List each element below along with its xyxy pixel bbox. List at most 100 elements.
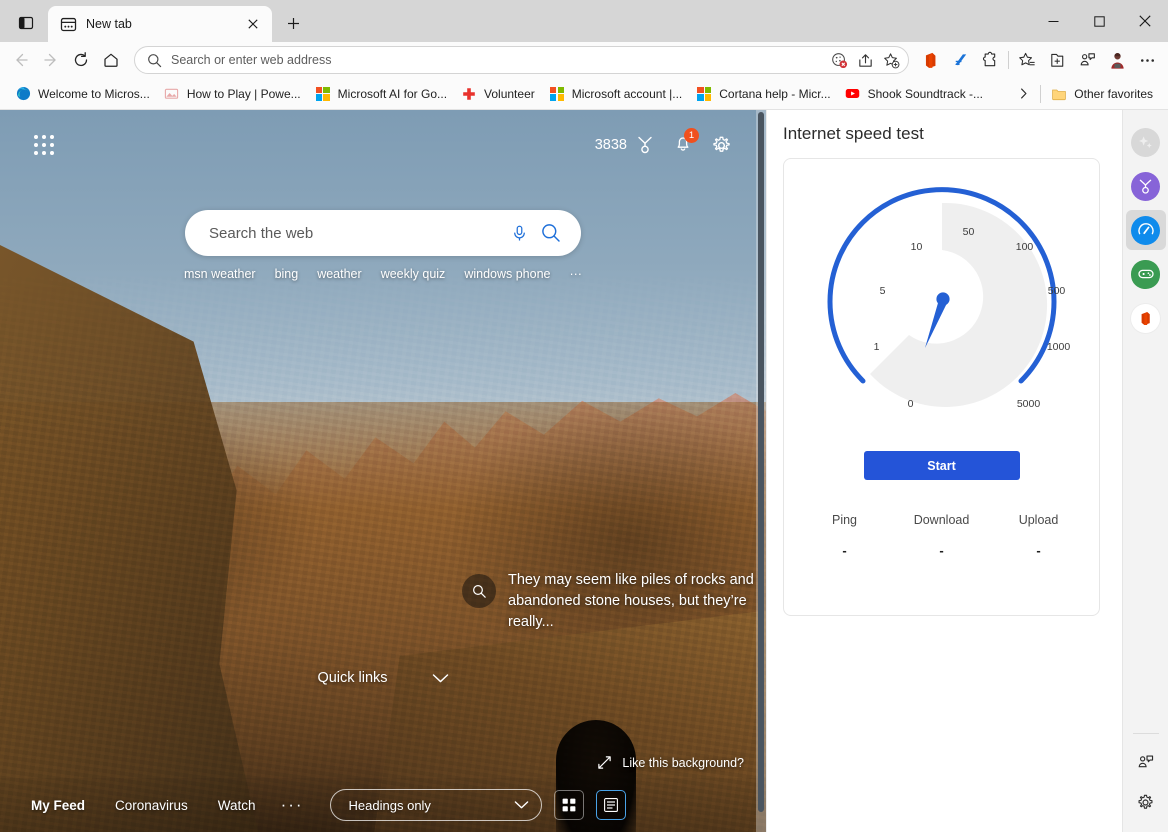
- result-value: -: [939, 543, 944, 558]
- redcross-icon: [461, 86, 477, 102]
- search-icon: [148, 53, 162, 67]
- feed-layout-value: Headings only: [348, 797, 431, 813]
- bookmark-item[interactable]: Welcome to Micros...: [8, 82, 157, 106]
- trending-item[interactable]: weather: [317, 267, 361, 281]
- bookmarks-bar: Welcome to Micros... How to Play | Powe.…: [0, 78, 1168, 110]
- search-box[interactable]: [185, 210, 581, 256]
- sidebar-item-games[interactable]: [1126, 254, 1166, 294]
- sidebar-bottom: [1123, 733, 1168, 832]
- games-icon: [1131, 259, 1160, 289]
- image-search-button[interactable]: [462, 574, 496, 608]
- home-button[interactable]: [96, 45, 126, 75]
- close-window-button[interactable]: [1122, 0, 1168, 42]
- gauge-tick-500: 500: [1047, 285, 1066, 297]
- bookmark-label: Shook Soundtrack -...: [867, 86, 984, 101]
- feed-tab-watch[interactable]: Watch: [203, 798, 271, 813]
- gauge-tick-labels: 0 1 5 10 50 100 500 1000 5000: [797, 175, 1087, 433]
- trending-item[interactable]: bing: [275, 267, 299, 281]
- trending-item[interactable]: windows phone: [464, 267, 550, 281]
- settings-and-more-button[interactable]: [1132, 45, 1162, 75]
- share-button[interactable]: [852, 48, 878, 72]
- forward-button[interactable]: [36, 45, 66, 75]
- start-button[interactable]: Start: [863, 451, 1020, 480]
- expand-arrows-icon: [598, 756, 612, 769]
- grid-view-button[interactable]: [553, 790, 584, 820]
- trending-item[interactable]: weekly quiz: [381, 267, 446, 281]
- copilot-icon: [1131, 127, 1160, 157]
- trending-more-button[interactable]: ···: [569, 267, 582, 281]
- ntp-settings-button[interactable]: [711, 135, 732, 156]
- office-icon: [925, 52, 935, 68]
- bookmark-label: Welcome to Micros...: [38, 86, 150, 101]
- notifications-button[interactable]: 1: [673, 127, 699, 158]
- chevron-down-icon: [432, 673, 448, 682]
- search-input[interactable]: [209, 224, 503, 242]
- collections-button[interactable]: [1042, 45, 1072, 75]
- bookmark-item[interactable]: Shook Soundtrack -...: [838, 82, 990, 106]
- extensions-icon: [982, 51, 995, 66]
- speed-test-card: 0 1 5 10 50 100 500 1000 5000 Start Ping: [783, 158, 1100, 616]
- minimize-button[interactable]: [1030, 0, 1076, 42]
- favorites-button[interactable]: [1012, 45, 1042, 75]
- result-value: -: [1036, 543, 1041, 558]
- back-button[interactable]: [6, 45, 36, 75]
- feed-more-button[interactable]: ···: [271, 795, 314, 815]
- sidebar-item-copilot[interactable]: [1126, 122, 1166, 162]
- list-view-button[interactable]: [595, 790, 626, 820]
- sidebar-item-discover[interactable]: [1128, 744, 1164, 780]
- bookmarks-overflow-button[interactable]: [1010, 82, 1037, 106]
- chevron-right-icon: [1021, 88, 1027, 99]
- add-favorite-button[interactable]: [878, 48, 904, 72]
- extensions-button[interactable]: [975, 45, 1005, 75]
- search-submit-button[interactable]: [535, 217, 567, 249]
- scrollbar-thumb[interactable]: [758, 112, 764, 812]
- feed-layout-select[interactable]: Headings only: [329, 789, 542, 821]
- gauge-tick-5: 5: [879, 285, 886, 297]
- bookmarks-overflow: Other favorites: [1010, 82, 1160, 106]
- office-button[interactable]: [915, 45, 945, 75]
- sidebar-settings-button[interactable]: [1128, 784, 1164, 820]
- microphone-button[interactable]: [503, 217, 535, 249]
- bookmark-item[interactable]: How to Play | Powe...: [157, 82, 308, 106]
- settings-more-icon: [1140, 58, 1154, 62]
- cookie-blocked-button[interactable]: [826, 48, 852, 72]
- sidebar-item-office[interactable]: [1126, 298, 1166, 338]
- app-launcher-icon[interactable]: [34, 135, 54, 155]
- tab-close-button[interactable]: [242, 13, 264, 35]
- feed-tab-my-feed[interactable]: My Feed: [16, 798, 100, 813]
- collections-editor-button[interactable]: [945, 45, 975, 75]
- address-input[interactable]: Search or enter web address: [171, 53, 826, 67]
- tab-actions-button[interactable]: [8, 6, 44, 40]
- refresh-button[interactable]: [66, 45, 96, 75]
- maximize-button[interactable]: [1076, 0, 1122, 42]
- browser-essentials-button[interactable]: [1072, 45, 1102, 75]
- trending-item[interactable]: msn weather: [184, 267, 256, 281]
- sidebar-item-speed-test[interactable]: [1125, 210, 1166, 250]
- sidebar-item-rewards[interactable]: [1126, 166, 1166, 206]
- gauge-tick-1: 1: [873, 341, 880, 353]
- profile-button[interactable]: [1102, 45, 1132, 75]
- result-value: -: [842, 543, 847, 558]
- rewards-button[interactable]: 3838: [595, 135, 655, 155]
- address-bar[interactable]: Search or enter web address: [134, 46, 909, 74]
- maximize-icon: [1093, 15, 1105, 27]
- new-tab-button[interactable]: [278, 8, 308, 38]
- caption-text[interactable]: They may seem like piles of rocks and ab…: [508, 570, 762, 633]
- page-scrollbar[interactable]: [756, 110, 766, 832]
- quick-links-toggle[interactable]: Quick links: [0, 670, 766, 686]
- minimize-icon: [1048, 20, 1058, 22]
- close-icon: [248, 19, 258, 29]
- newtab-icon: [60, 17, 77, 31]
- other-favorites-button[interactable]: Other favorites: [1044, 82, 1160, 106]
- tab-new-tab[interactable]: New tab: [48, 6, 272, 42]
- tab-actions-icon: [18, 16, 34, 30]
- toolbar-divider: [1008, 51, 1009, 69]
- like-background-button[interactable]: Like this background?: [597, 755, 744, 770]
- add-favorite-icon: [883, 52, 899, 68]
- feed-tab-coronavirus[interactable]: Coronavirus: [100, 798, 203, 813]
- bookmark-item[interactable]: Microsoft AI for Go...: [308, 82, 454, 106]
- bookmark-item[interactable]: Microsoft account |...: [542, 82, 690, 106]
- bookmark-item[interactable]: Cortana help - Micr...: [689, 82, 837, 106]
- cookie-blocked-icon: [831, 52, 847, 68]
- bookmark-item[interactable]: Volunteer: [454, 82, 542, 106]
